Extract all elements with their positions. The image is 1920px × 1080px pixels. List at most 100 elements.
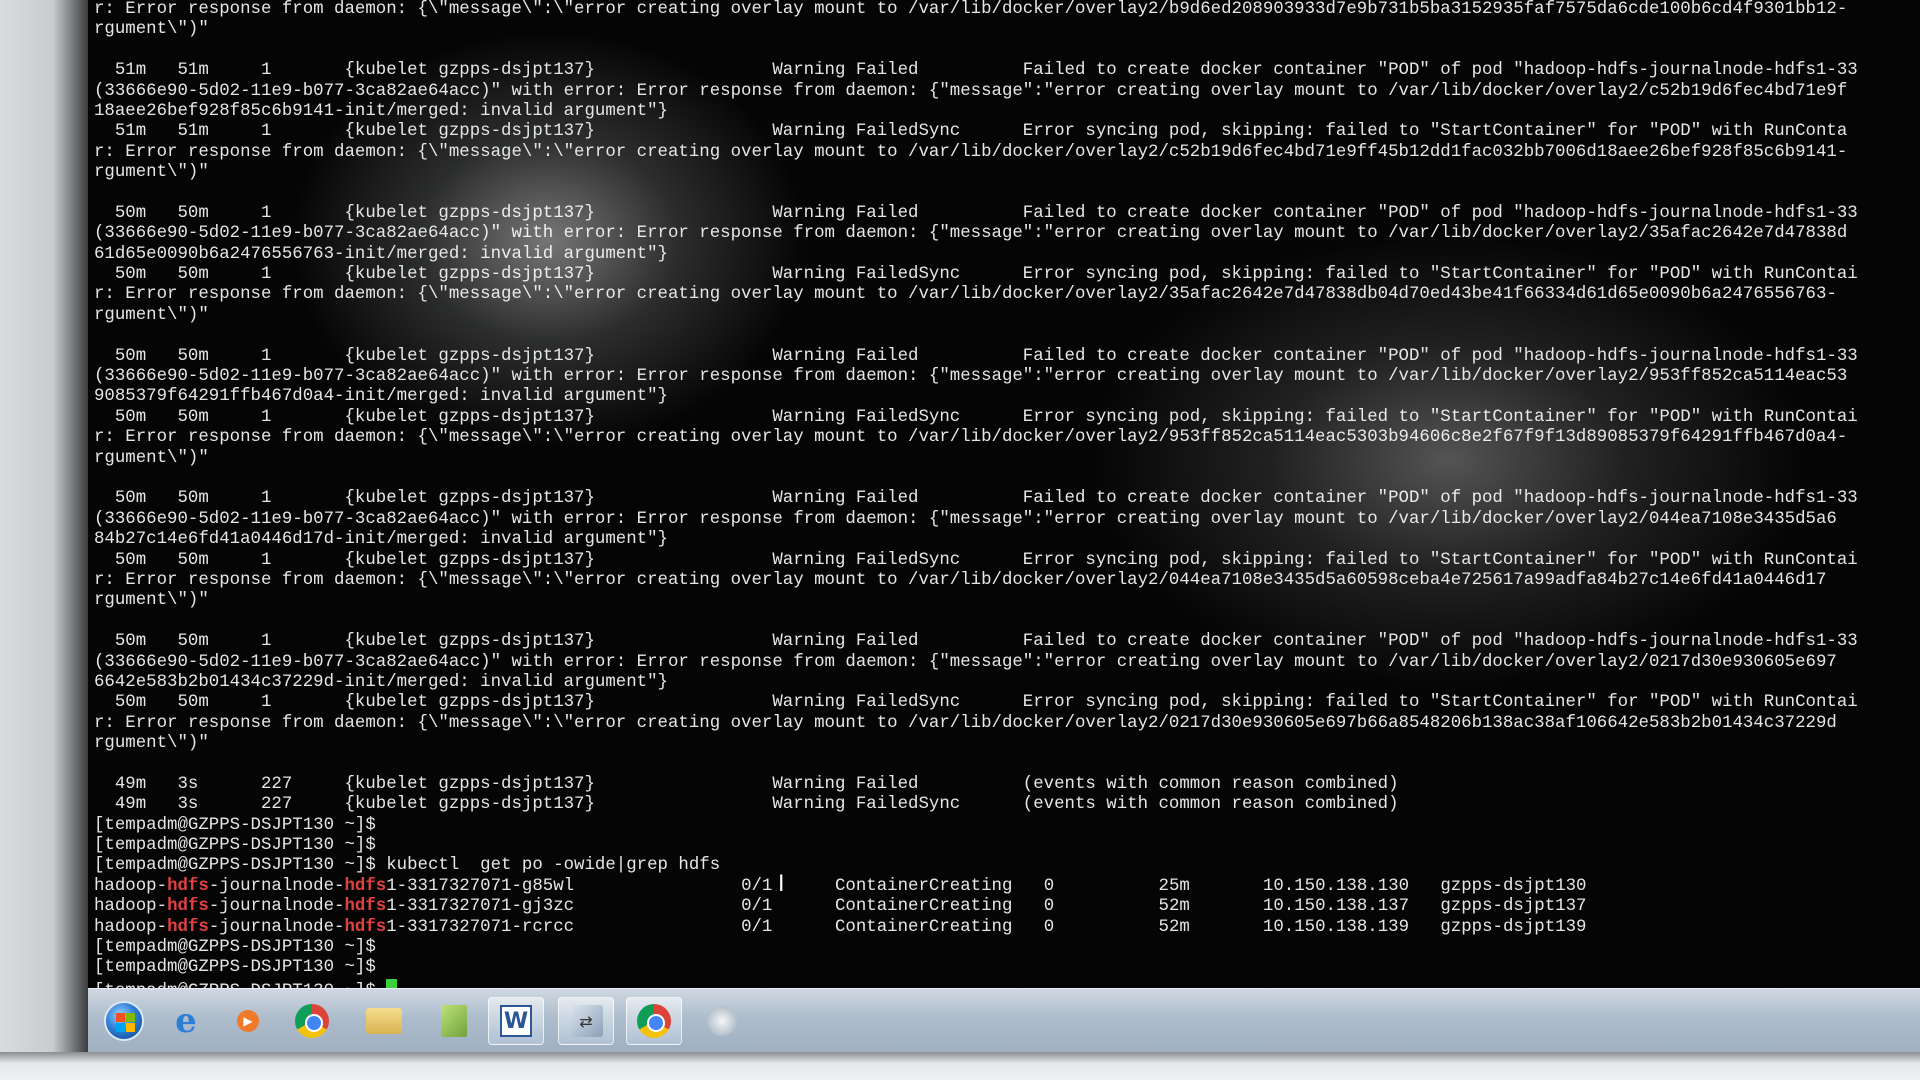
pod-ready: 0/1: [741, 897, 773, 917]
pod-node: gzpps-dsjpt137: [1440, 897, 1587, 917]
pod-status: ContainerCreating: [835, 897, 1013, 917]
shell-prompt: [tempadm@GZPPS-DSJPT130 ~]$: [94, 938, 1920, 958]
terminal-line: 50m 50m 1 {kubelet gzpps-dsjpt137} Warni…: [94, 346, 1858, 366]
terminal-line: r: Error response from daemon: {\"messag…: [94, 142, 1848, 162]
terminal-line: rgument\")": [94, 305, 209, 325]
pod-restarts: 0: [1043, 917, 1055, 937]
terminal-line: r: Error response from daemon: {\"messag…: [94, 0, 1848, 19]
pod-ip: 10.150.138.137: [1262, 897, 1410, 917]
terminal-line: [tempadm@GZPPS-DSJPT130 ~]$ kubectl get …: [94, 856, 721, 876]
notepad-icon[interactable]: [426, 997, 482, 1045]
pod-name-part: hadoop-: [94, 917, 168, 937]
terminal-line: 6642e583b2b01434c37229d-init/merged: inv…: [94, 672, 668, 692]
terminal-line: 18aee26bef928f85c6b9141-init/merged: inv…: [94, 101, 668, 121]
pod-row: hadoop-hdfs-journalnode-hdfs1-3317327071…: [94, 918, 1920, 938]
terminal-line: rgument\")": [94, 591, 209, 611]
terminal-line: 49m 3s 227 {kubelet gzpps-dsjpt137} Warn…: [94, 774, 1399, 794]
monitor-bezel-bottom: [0, 1052, 1920, 1080]
terminal-line: 61d65e0090b6a2476556763-init/merged: inv…: [94, 244, 668, 264]
taskbar: e ▶ W ⇄: [88, 988, 1920, 1052]
internet-explorer-icon[interactable]: e: [158, 997, 214, 1045]
pod-age: 52m: [1158, 917, 1190, 937]
terminal-line: 51m 51m 1 {kubelet gzpps-dsjpt137} Warni…: [94, 122, 1848, 142]
text-cursor-icon: I: [778, 872, 785, 897]
pod-name-part: 1-3317327071-gj3zc: [386, 897, 742, 917]
pod-ready: 0/1: [741, 917, 773, 937]
remote-terminal-icon[interactable]: ⇄: [558, 997, 614, 1045]
pod-ready: 0/1: [741, 876, 773, 896]
shell-prompt-text: [tempadm@GZPPS-DSJPT130 ~]$: [94, 958, 376, 978]
shell-prompt: [tempadm@GZPPS-DSJPT130 ~]$: [94, 978, 1920, 988]
pod-row: hadoop-hdfs-journalnode-hdfs1-3317327071…: [94, 877, 1920, 897]
chrome-icon-2[interactable]: [626, 997, 682, 1045]
terminal-line: 50m 50m 1 {kubelet gzpps-dsjpt137} Warni…: [94, 407, 1858, 427]
terminal-line: [tempadm@GZPPS-DSJPT130 ~]$: [94, 815, 376, 835]
word-icon[interactable]: W: [488, 997, 544, 1045]
terminal-line: 49m 3s 227 {kubelet gzpps-dsjpt137} Warn…: [94, 795, 1399, 815]
pod-age: 52m: [1158, 897, 1190, 917]
terminal-line: (33666e90-5d02-11e9-b077-3ca82ae64acc)" …: [94, 367, 1848, 387]
terminal-line: 84b27c14e6fd41a0446d17d-init/merged: inv…: [94, 530, 668, 550]
terminal-line: 50m 50m 1 {kubelet gzpps-dsjpt137} Warni…: [94, 489, 1858, 509]
media-player-icon[interactable]: ▶: [220, 997, 276, 1045]
pod-ip: 10.150.138.130: [1262, 876, 1410, 896]
chrome-icon[interactable]: [284, 997, 340, 1045]
pod-age: 25m: [1158, 876, 1190, 896]
terminal-line: 50m 50m 1 {kubelet gzpps-dsjpt137} Warni…: [94, 203, 1858, 223]
windows-start-icon[interactable]: [96, 997, 152, 1045]
pod-name-part: -journalnode-: [208, 876, 345, 896]
terminal-line: 9085379f64291ffb467d0a4-init/merged: inv…: [94, 387, 668, 407]
grep-highlight: hdfs: [167, 897, 209, 917]
terminal-line: 50m 50m 1 {kubelet gzpps-dsjpt137} Warni…: [94, 550, 1858, 570]
terminal-line: rgument\")": [94, 163, 209, 183]
terminal-line: rgument\")": [94, 20, 209, 40]
pod-status: ContainerCreating: [835, 876, 1013, 896]
grep-highlight: hdfs: [167, 876, 209, 896]
shell-prompt-text: [tempadm@GZPPS-DSJPT130 ~]$: [94, 937, 376, 957]
terminal-line: [tempadm@GZPPS-DSJPT130 ~]$: [94, 836, 376, 856]
pod-name-part: hadoop-: [94, 897, 168, 917]
monitor-bezel-left: [0, 0, 88, 1080]
terminal-window[interactable]: r: Error response from daemon: {\"messag…: [88, 0, 1920, 988]
terminal-line: 50m 50m 1 {kubelet gzpps-dsjpt137} Warni…: [94, 265, 1858, 285]
monitor-screen: r: Error response from daemon: {\"messag…: [88, 0, 1920, 1052]
terminal-line: r: Error response from daemon: {\"messag…: [94, 713, 1837, 733]
terminal-line: (33666e90-5d02-11e9-b077-3ca82ae64acc)" …: [94, 652, 1837, 672]
pod-restarts: 0: [1043, 876, 1055, 896]
terminal-line: 51m 51m 1 {kubelet gzpps-dsjpt137} Warni…: [94, 61, 1858, 81]
pod-node: gzpps-dsjpt130: [1440, 876, 1587, 896]
tool-icon[interactable]: [694, 997, 750, 1045]
grep-highlight: hdfs: [344, 897, 387, 917]
terminal-line: (33666e90-5d02-11e9-b077-3ca82ae64acc)" …: [94, 81, 1848, 101]
terminal-line: r: Error response from daemon: {\"messag…: [94, 285, 1837, 305]
pod-restarts: 0: [1043, 897, 1055, 917]
terminal-line: (33666e90-5d02-11e9-b077-3ca82ae64acc)" …: [94, 224, 1848, 244]
pod-name-part: -journalnode-: [208, 897, 345, 917]
grep-highlight: hdfs: [344, 876, 387, 896]
pod-status: ContainerCreating: [835, 917, 1013, 937]
terminal-line: r: Error response from daemon: {\"messag…: [94, 570, 1827, 590]
pod-name-part: 1-3317327071-g85wl: [386, 876, 742, 896]
grep-highlight: hdfs: [344, 917, 387, 937]
terminal-line: rgument\")": [94, 734, 209, 754]
file-explorer-icon[interactable]: [356, 997, 412, 1045]
terminal-line: r: Error response from daemon: {\"messag…: [94, 428, 1848, 448]
